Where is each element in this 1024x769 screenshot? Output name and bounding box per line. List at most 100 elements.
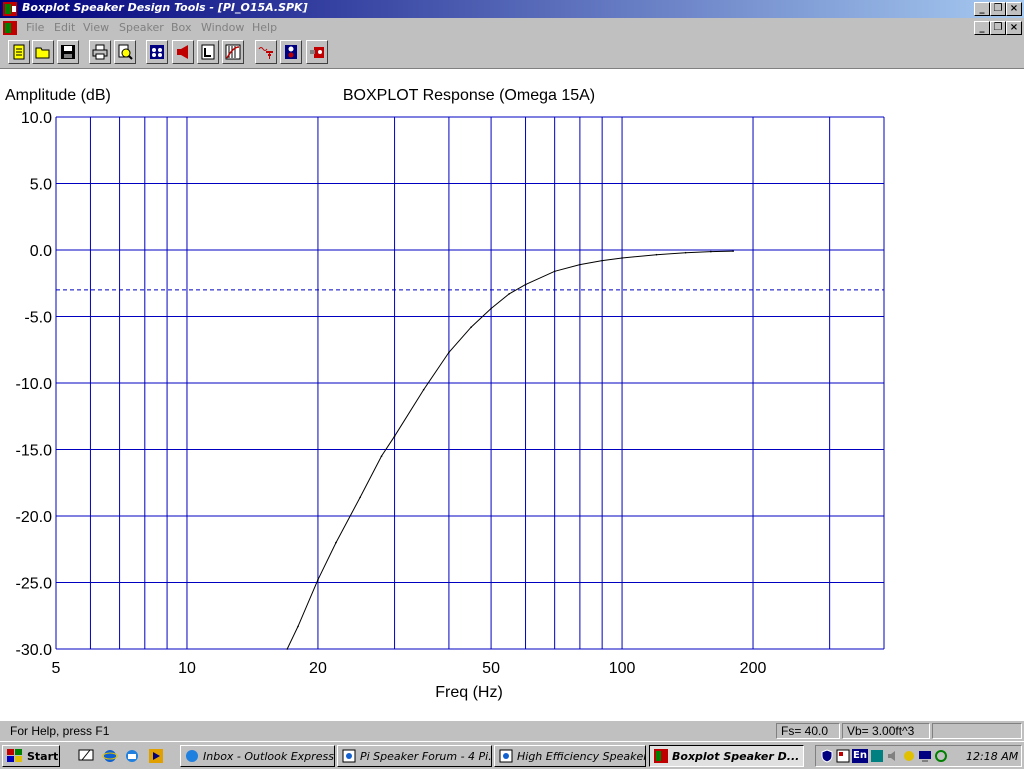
outlook-icon — [186, 750, 198, 762]
open-button[interactable] — [32, 40, 54, 64]
menu-file[interactable]: File — [26, 21, 44, 34]
data-point — [317, 579, 319, 581]
menu-help[interactable]: Help — [252, 21, 277, 34]
task-boxplot[interactable]: Boxplot Speaker D... — [649, 745, 804, 767]
menu-window[interactable]: Window — [201, 21, 244, 34]
title-bar: Boxplot Speaker Design Tools - [PI_O15A.… — [0, 0, 1024, 18]
volume-icon[interactable] — [886, 749, 900, 763]
port-icon — [310, 47, 324, 58]
task-label: High Efficiency Speaker... — [517, 750, 646, 763]
data-point — [710, 250, 712, 253]
menu-bar: File Edit View Speaker Box Window Help _… — [0, 18, 1024, 38]
save-button[interactable] — [57, 40, 79, 64]
x-tick-label: 5 — [52, 660, 61, 677]
print-button[interactable] — [89, 40, 111, 64]
network-icon[interactable] — [836, 749, 850, 763]
plot-area: Amplitude (dB) BOXPLOT Response (Omega 1… — [0, 69, 1024, 720]
y-tick-label: -10.0 — [16, 376, 53, 393]
y-tick-label: -30.0 — [16, 642, 53, 659]
close-button[interactable]: × — [1006, 2, 1022, 16]
desktop-icon[interactable] — [78, 748, 94, 764]
system-tray: En 12:18 AM — [815, 745, 1022, 767]
enclosure-icon — [285, 45, 297, 59]
browser-page-icon — [499, 749, 513, 763]
task-outlook-express[interactable]: Inbox - Outlook Express — [180, 745, 335, 767]
tray-monitor-icon[interactable] — [918, 749, 932, 763]
y-tick-label: 10.0 — [21, 110, 52, 127]
tray-app-icon[interactable] — [870, 749, 884, 763]
enclosure-button[interactable] — [280, 40, 302, 64]
filter-icon — [258, 47, 273, 59]
response-graph-button[interactable] — [222, 40, 244, 64]
print-preview-icon — [118, 44, 133, 60]
y-axis-label: Amplitude (dB) — [5, 87, 111, 104]
shield-icon[interactable] — [820, 749, 834, 763]
data-point — [335, 541, 337, 544]
data-points — [286, 250, 734, 650]
data-point — [490, 307, 492, 310]
response-chart: Amplitude (dB) BOXPLOT Response (Omega 1… — [5, 87, 885, 701]
toolbar — [0, 38, 1024, 69]
tray-sync-icon[interactable] — [934, 749, 948, 763]
save-icon — [61, 45, 75, 59]
data-point — [684, 251, 687, 254]
data-point — [621, 257, 623, 259]
status-help-text: For Help, press F1 — [10, 724, 110, 738]
task-label: Boxplot Speaker D... — [672, 750, 800, 763]
data-point — [655, 253, 658, 256]
doc-close-button[interactable]: × — [1006, 21, 1022, 35]
x-tick-label: 100 — [609, 660, 636, 677]
data-point — [286, 648, 289, 650]
data-point — [470, 326, 472, 328]
new-button[interactable] — [8, 40, 30, 64]
task-label: Pi Speaker Forum - 4 Pi... — [360, 750, 492, 763]
task-high-efficiency-speaker[interactable]: High Efficiency Speaker... — [494, 745, 646, 767]
y-tick-label: 5.0 — [30, 177, 52, 194]
menu-edit[interactable]: Edit — [54, 21, 75, 34]
minimize-button[interactable]: _ — [974, 2, 990, 16]
internet-explorer-icon[interactable] — [102, 748, 118, 764]
grid — [55, 116, 885, 650]
task-pi-speaker-forum[interactable]: Pi Speaker Forum - 4 Pi... — [337, 745, 492, 767]
data-point — [601, 259, 603, 262]
browser-page-icon — [342, 749, 356, 763]
menu-box[interactable]: Box — [171, 21, 191, 34]
status-bar: For Help, press F1 Fs= 40.0 Vb= 3.00ft^3 — [0, 720, 1024, 742]
speaker-params-button[interactable] — [146, 40, 168, 64]
print-icon — [92, 44, 108, 60]
y-tick-label: -20.0 — [16, 509, 53, 526]
language-indicator[interactable]: En — [852, 749, 868, 763]
document-icon[interactable] — [2, 20, 18, 36]
tray-util-icon[interactable] — [902, 749, 916, 763]
doc-minimize-button[interactable]: _ — [974, 21, 990, 35]
start-label: Start — [27, 750, 59, 763]
task-label: Inbox - Outlook Express — [203, 750, 334, 763]
speaker-params-icon — [150, 45, 164, 59]
new-icon — [13, 44, 25, 60]
x-tick-label: 20 — [309, 660, 327, 677]
open-icon — [35, 47, 50, 59]
outlook-express-icon[interactable] — [124, 748, 140, 764]
port-button[interactable] — [306, 40, 328, 64]
data-point — [553, 270, 556, 273]
vb-pane: Vb= 3.00ft^3 — [842, 723, 930, 739]
app-icon — [3, 2, 17, 16]
data-point — [732, 250, 734, 252]
filter-button[interactable] — [255, 40, 277, 64]
extra-pane — [932, 723, 1022, 739]
x-tick-label: 10 — [178, 660, 196, 677]
restore-button[interactable]: ❐ — [990, 2, 1006, 16]
box-button[interactable] — [197, 40, 219, 64]
media-player-icon[interactable] — [148, 748, 164, 764]
y-tick-label: -25.0 — [16, 576, 53, 593]
driver-button[interactable] — [172, 40, 194, 64]
data-point — [448, 351, 450, 354]
print-preview-button[interactable] — [114, 40, 136, 64]
data-point — [393, 435, 396, 438]
menu-speaker[interactable]: Speaker — [119, 21, 164, 34]
menu-view[interactable]: View — [83, 21, 109, 34]
doc-restore-button[interactable]: ❐ — [990, 21, 1006, 35]
start-button[interactable]: Start — [2, 745, 60, 767]
x-axis-label: Freq (Hz) — [435, 684, 503, 701]
data-point — [380, 455, 383, 457]
